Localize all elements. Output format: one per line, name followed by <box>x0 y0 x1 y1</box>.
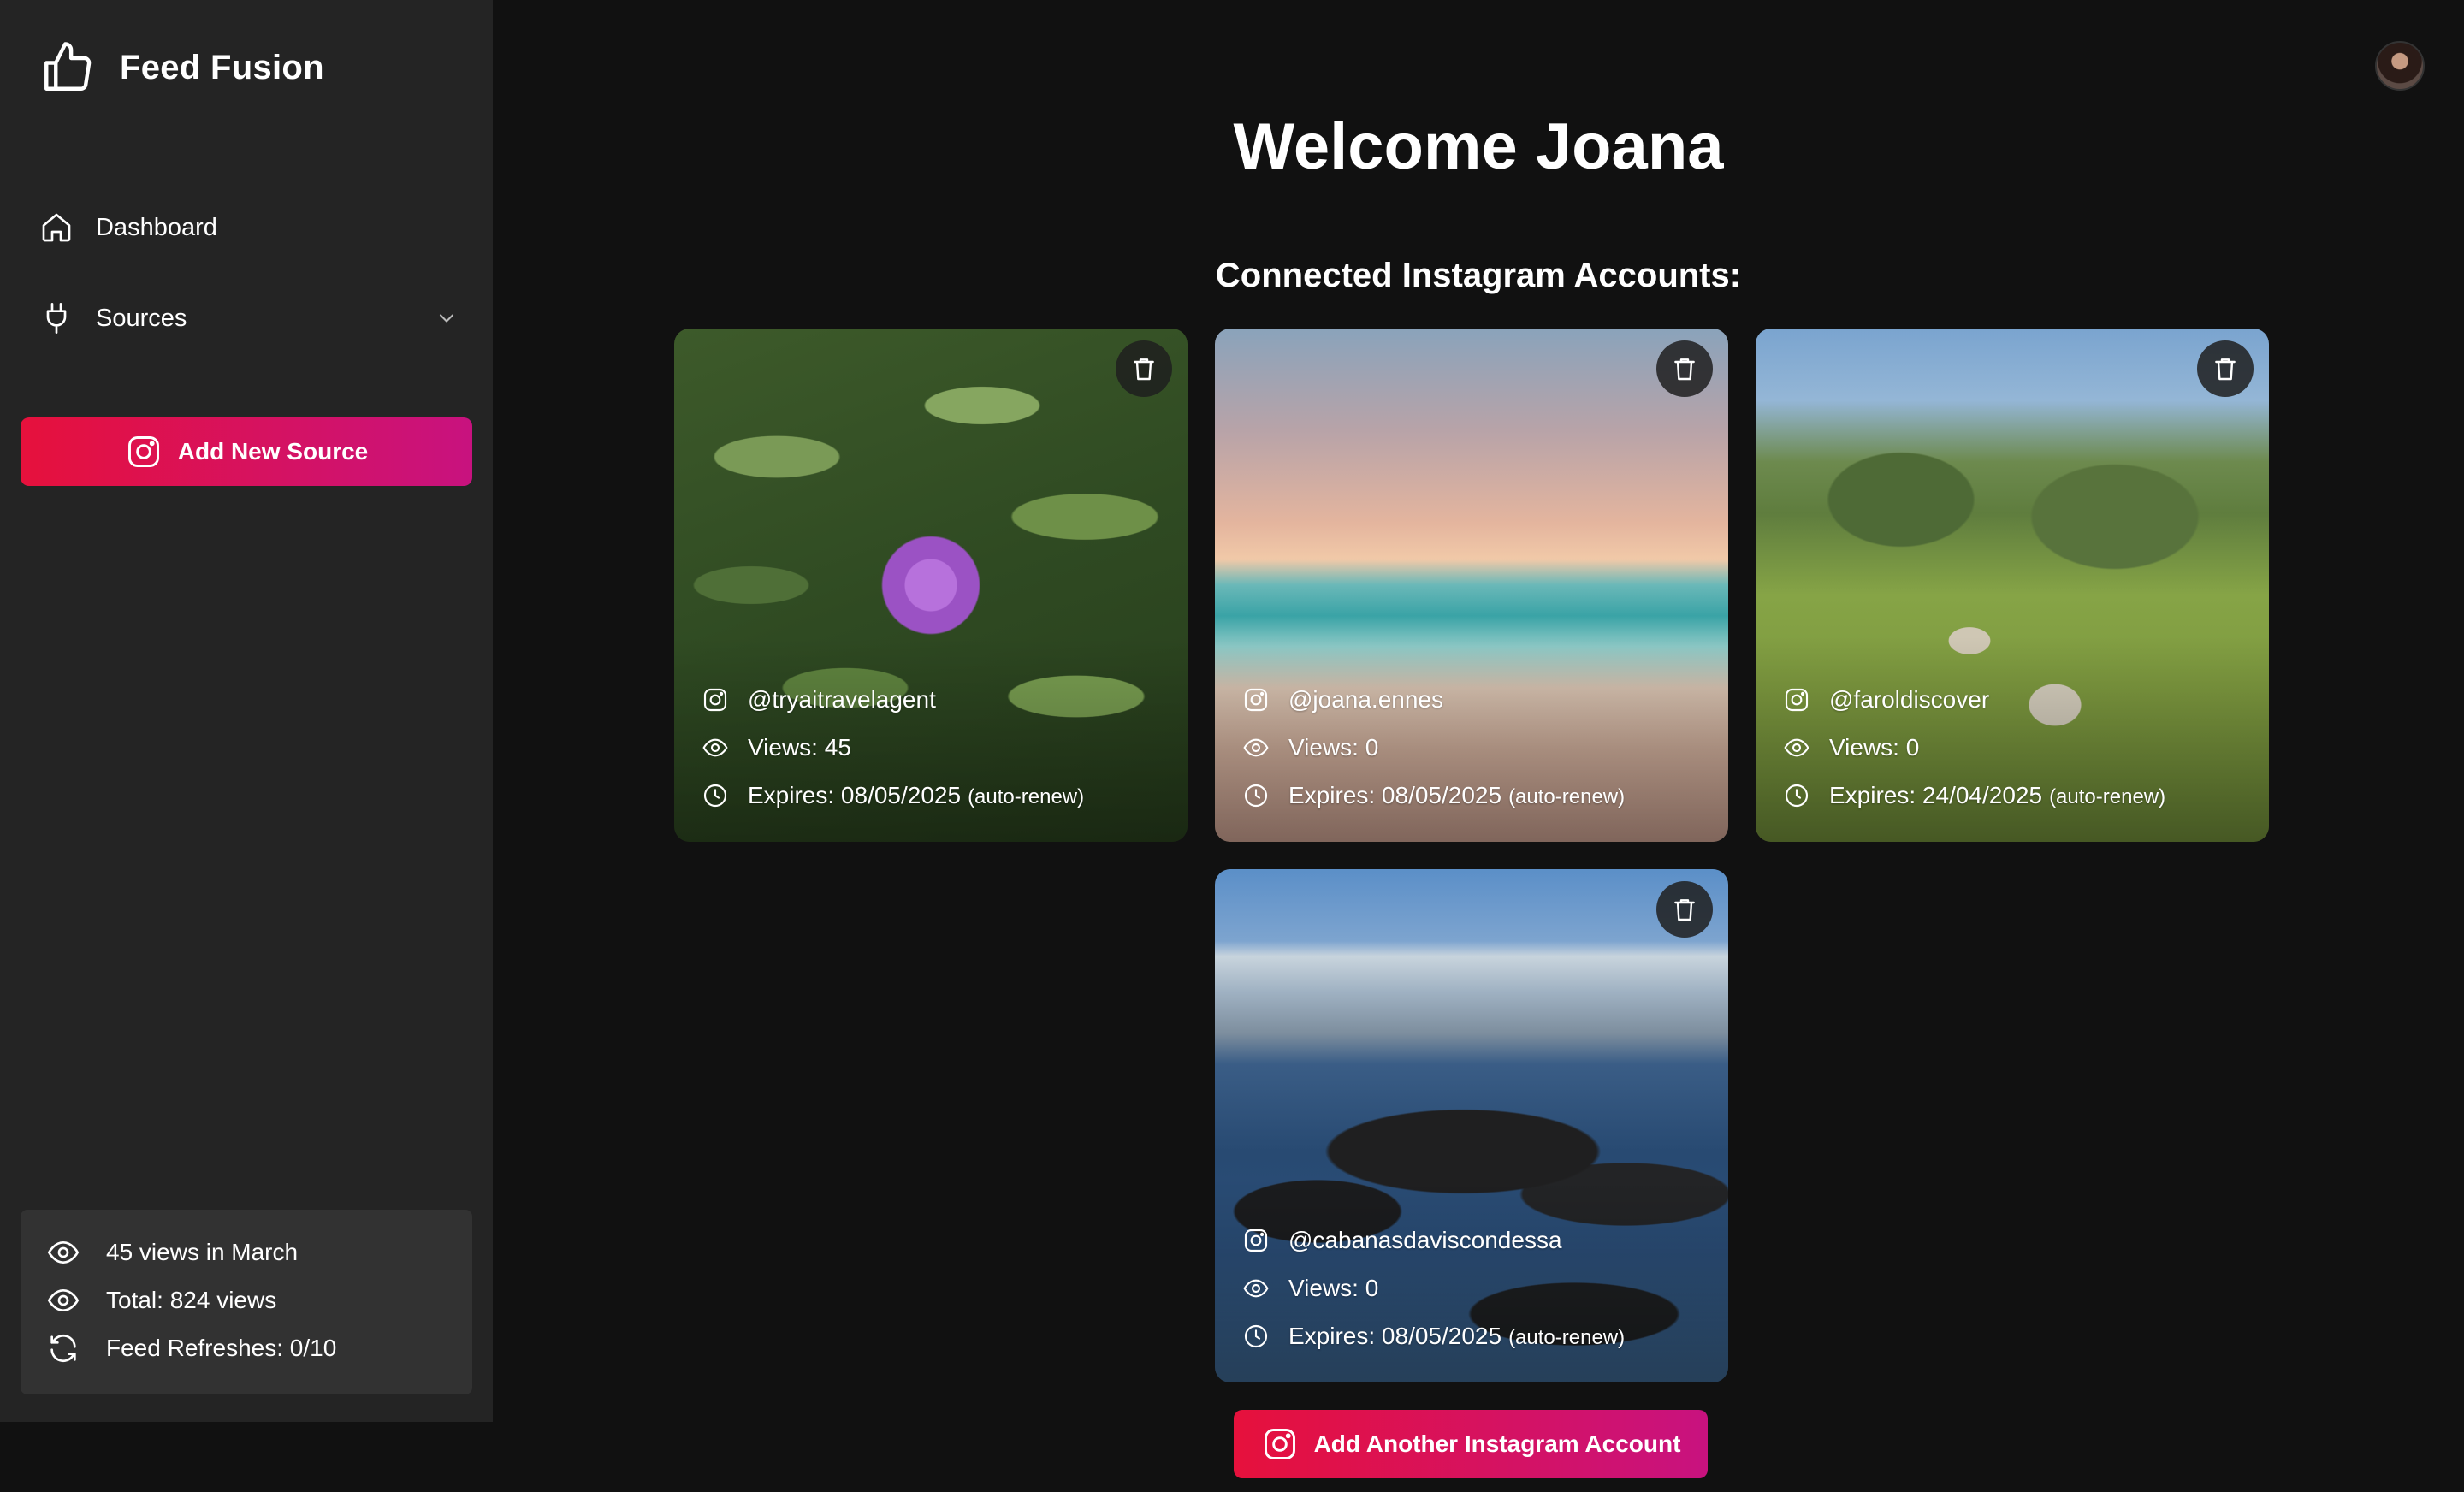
account-expires: Expires: 08/05/2025 (auto-renew) <box>1288 1323 1625 1350</box>
account-card: @tryaitravelagent Views: 45 Expires: 08/… <box>674 329 1188 842</box>
stat-total-views: Total: 824 views <box>46 1283 276 1317</box>
auto-renew-note: (auto-renew) <box>2049 785 2166 808</box>
account-handle-row: @faroldiscover <box>1783 686 1989 713</box>
auto-renew-note: (auto-renew) <box>968 785 1085 808</box>
add-new-source-label: Add New Source <box>177 438 369 465</box>
expires-date: Expires: 24/04/2025 <box>1829 782 2043 808</box>
eye-icon <box>47 1288 80 1312</box>
clock-icon <box>703 784 727 808</box>
account-views-row: Views: 0 <box>1242 1275 1378 1302</box>
trash-icon <box>2215 358 2236 381</box>
plug-icon <box>46 303 67 334</box>
auto-renew-note: (auto-renew) <box>1508 785 1626 808</box>
eye-icon <box>1243 1279 1269 1298</box>
account-views-row: Views: 0 <box>1783 734 1919 761</box>
instagram-icon <box>127 436 159 467</box>
eye-icon <box>702 738 728 757</box>
account-expires: Expires: 08/05/2025 (auto-renew) <box>1288 782 1625 809</box>
stat-feed-refreshes: Feed Refreshes: 0/10 <box>46 1331 336 1365</box>
account-handle: @cabanasdaviscondessa <box>1288 1227 1562 1253</box>
sidebar-item-sources[interactable]: Sources <box>39 291 459 346</box>
expires-date: Expires: 08/05/2025 <box>748 782 962 808</box>
stats-panel: 45 views in March Total: 824 views Feed … <box>21 1210 472 1394</box>
clock-icon <box>1244 1324 1268 1348</box>
instagram-icon <box>1785 688 1809 712</box>
clock-icon <box>1785 784 1809 808</box>
delete-account-button[interactable] <box>2197 340 2254 397</box>
account-card: @joana.ennes Views: 0 Expires: 08/05/202… <box>1215 329 1728 842</box>
add-new-source-button[interactable]: Add New Source <box>21 417 472 486</box>
trash-icon <box>1674 899 1695 921</box>
stat-text: 45 views in March <box>106 1239 299 1265</box>
account-expiry-row: Expires: 08/05/2025 (auto-renew) <box>1242 782 1625 809</box>
account-card: @faroldiscover Views: 0 Expires: 24/04/2… <box>1756 329 2269 842</box>
eye-icon <box>1243 738 1269 757</box>
eye-icon <box>1784 738 1810 757</box>
thumbs-up-icon <box>44 42 92 91</box>
sidebar-item-label: Sources <box>96 304 187 332</box>
auto-renew-note: (auto-renew) <box>1508 1326 1626 1349</box>
sidebar-item-dashboard[interactable]: Dashboard <box>39 200 459 255</box>
account-expires: Expires: 08/05/2025 (auto-renew) <box>748 782 1084 809</box>
instagram-icon <box>1244 1229 1268 1252</box>
add-instagram-account-label: Add Another Instagram Account <box>1313 1430 1681 1457</box>
account-views: Views: 45 <box>748 734 851 761</box>
stat-text: Total: 824 views <box>106 1287 277 1313</box>
page-title: Welcome Joana <box>1233 110 1724 183</box>
brand[interactable]: Feed Fusion <box>39 39 324 96</box>
refresh-icon <box>50 1334 76 1363</box>
account-views-row: Views: 0 <box>1242 734 1378 761</box>
delete-account-button[interactable] <box>1656 340 1713 397</box>
account-handle: @faroldiscover <box>1829 686 1990 713</box>
expires-date: Expires: 08/05/2025 <box>1288 782 1502 808</box>
account-views: Views: 0 <box>1288 1275 1379 1301</box>
expires-date: Expires: 08/05/2025 <box>1288 1323 1502 1349</box>
account-handle-row: @cabanasdaviscondessa <box>1242 1227 1562 1254</box>
account-expiry-row: Expires: 08/05/2025 (auto-renew) <box>1242 1323 1625 1350</box>
trash-icon <box>1674 358 1695 381</box>
instagram-icon <box>703 688 727 712</box>
account-handle-row: @joana.ennes <box>1242 686 1443 713</box>
account-handle-row: @tryaitravelagent <box>702 686 936 713</box>
account-card: @cabanasdaviscondessa Views: 0 Expires: … <box>1215 869 1728 1382</box>
trash-icon <box>1134 358 1154 381</box>
stat-text: Feed Refreshes: 0/10 <box>106 1335 337 1361</box>
delete-account-button[interactable] <box>1116 340 1172 397</box>
add-instagram-account-button[interactable]: Add Another Instagram Account <box>1234 1410 1708 1478</box>
instagram-icon <box>1264 1429 1295 1459</box>
account-handle: @tryaitravelagent <box>748 686 936 713</box>
account-expires: Expires: 24/04/2025 (auto-renew) <box>1829 782 2165 809</box>
sidebar: Feed Fusion Dashboard Sources Add New So… <box>0 0 493 1422</box>
app-name: Feed Fusion <box>120 48 324 86</box>
section-heading: Connected Instagram Accounts: <box>1215 257 1742 294</box>
eye-icon <box>47 1240 80 1264</box>
chevron-down-icon[interactable] <box>435 306 459 330</box>
account-expiry-row: Expires: 08/05/2025 (auto-renew) <box>702 782 1084 809</box>
account-handle: @joana.ennes <box>1288 686 1444 713</box>
user-avatar[interactable] <box>2375 41 2425 91</box>
home-icon <box>42 213 71 242</box>
delete-account-button[interactable] <box>1656 881 1713 938</box>
sidebar-item-label: Dashboard <box>96 213 217 241</box>
account-views: Views: 0 <box>1288 734 1379 761</box>
instagram-icon <box>1244 688 1268 712</box>
clock-icon <box>1244 784 1268 808</box>
stat-monthly-views: 45 views in March <box>46 1235 298 1270</box>
account-expiry-row: Expires: 24/04/2025 (auto-renew) <box>1783 782 2165 809</box>
account-views-row: Views: 45 <box>702 734 851 761</box>
account-views: Views: 0 <box>1829 734 1920 761</box>
